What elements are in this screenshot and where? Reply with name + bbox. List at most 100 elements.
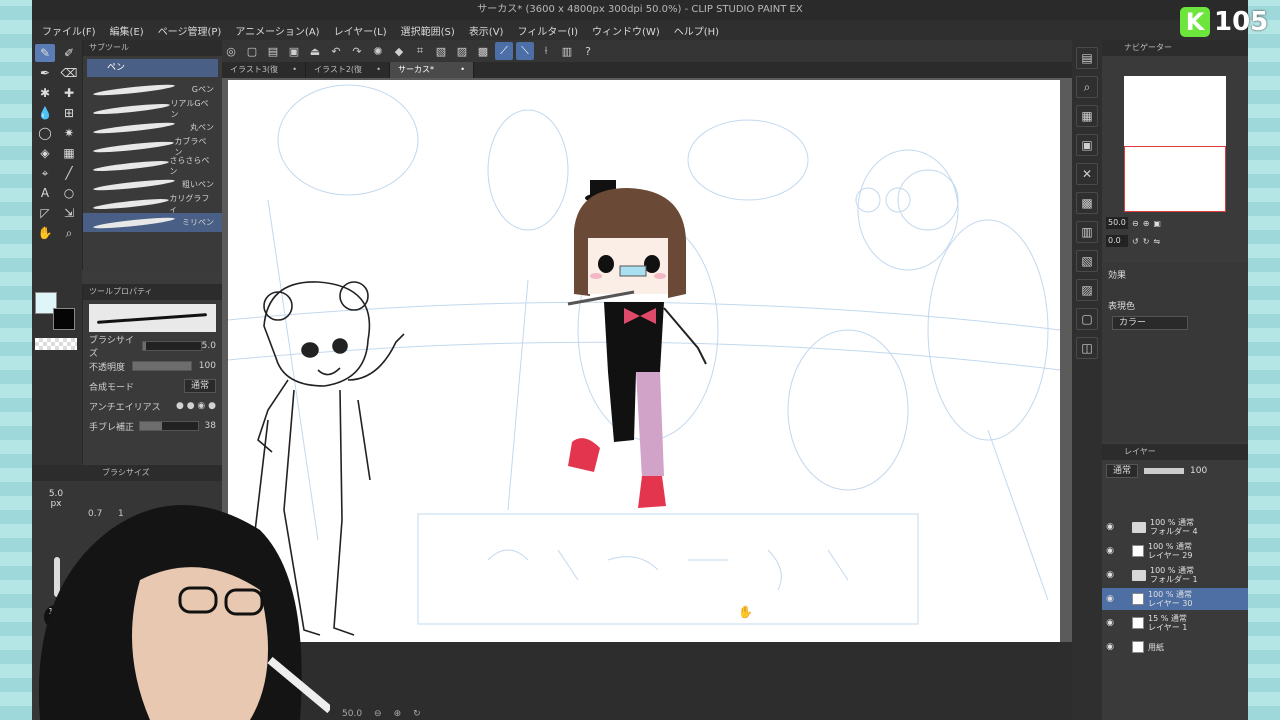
redo-icon[interactable]: ↷ (348, 42, 366, 60)
zoom-out-icon[interactable]: ⊖ (1132, 219, 1139, 228)
menu-window[interactable]: ウィンドウ(W) (592, 23, 660, 38)
layer-row[interactable]: ◉ 100 % 通常 フォルダー 1 (1102, 564, 1248, 586)
rotate-right-icon[interactable]: ↻ (1143, 237, 1150, 246)
layer-opacity-slider[interactable] (1144, 468, 1185, 474)
eye-icon[interactable]: ◉ (1102, 546, 1118, 556)
navigator-thumbnail[interactable] (1124, 76, 1226, 212)
background-color-swatch[interactable] (53, 308, 75, 330)
antialias-options-icon[interactable]: ● ● ◉ ● (176, 401, 216, 411)
open-file-icon[interactable]: ▤ (264, 42, 282, 60)
move-tool-icon[interactable]: ✚ (59, 84, 79, 102)
snap-grid-icon[interactable]: ⟊ (537, 42, 555, 60)
layer-row[interactable]: ◉ 100 % 通常 レイヤー 29 (1102, 540, 1248, 562)
layer-row-selected[interactable]: ◉ 100 % 通常 レイヤー 30 (1102, 588, 1248, 610)
menu-file[interactable]: ファイル(F) (42, 23, 96, 38)
decoration-tool-icon[interactable]: ✱ (35, 84, 55, 102)
deselect-icon[interactable]: ▧ (432, 42, 450, 60)
clear-icon[interactable]: ▩ (474, 42, 492, 60)
opacity-slider[interactable] (131, 361, 192, 371)
crop-icon[interactable]: ▨ (453, 42, 471, 60)
snap-ruler-icon[interactable]: ⟋ (495, 42, 513, 60)
settings-icon[interactable]: ▥ (558, 42, 576, 60)
menu-animation[interactable]: アニメーション(A) (235, 23, 319, 38)
balloon-tool-icon[interactable]: ○ (59, 184, 79, 202)
menu-layer[interactable]: レイヤー(L) (334, 23, 387, 38)
sub-view-icon[interactable]: ▤ (1076, 47, 1098, 69)
layer-props-icon[interactable]: ▥ (1076, 221, 1098, 243)
layer-opacity-value[interactable]: 100 (1190, 466, 1207, 476)
close-icon[interactable]: • (376, 62, 381, 78)
fill-tool-icon[interactable]: ◈ (35, 144, 55, 162)
brush-milli-pen[interactable]: ミリペン (83, 213, 222, 232)
nav-angle-value[interactable]: 0.0 (1106, 235, 1128, 247)
eye-icon[interactable]: ◉ (1102, 522, 1118, 532)
close-icon[interactable]: • (292, 62, 297, 78)
close-panel-icon[interactable]: ✕ (1076, 163, 1098, 185)
hand-tool-icon[interactable]: ✋ (35, 224, 55, 242)
brush-rough-pen[interactable]: 粗いペン (83, 175, 222, 194)
history-icon[interactable]: ▣ (1076, 134, 1098, 156)
transform-icon[interactable]: ⌗ (411, 42, 429, 60)
menu-view[interactable]: 表示(V) (469, 23, 504, 38)
eye-icon[interactable]: ◉ (1102, 642, 1118, 652)
item-bank-icon[interactable]: ▨ (1076, 279, 1098, 301)
layer-blend-dropdown[interactable]: 通常 (1106, 464, 1139, 478)
pencil-tool-icon[interactable]: ✐ (59, 44, 79, 62)
info-icon[interactable]: ◫ (1076, 337, 1098, 359)
menu-page[interactable]: ページ管理(P) (158, 23, 222, 38)
eye-icon[interactable]: ◉ (1102, 594, 1118, 604)
undo-icon[interactable]: ↶ (327, 42, 345, 60)
rotate-icon[interactable]: ↻ (413, 709, 421, 719)
auto-action-icon[interactable]: ▧ (1076, 250, 1098, 272)
brush-sarasara-pen[interactable]: さらさらペン (83, 156, 222, 176)
status-zoom[interactable]: 50.0 (342, 709, 362, 719)
eyedropper-tool-icon[interactable]: ⌕ (59, 224, 79, 242)
ruler-tool-icon[interactable]: ◸ (35, 204, 55, 222)
save-icon[interactable]: ▣ (285, 42, 303, 60)
tab-illust2[interactable]: イラスト2(復元)* • (306, 62, 390, 90)
magic-wand-icon[interactable]: ✷ (59, 124, 79, 142)
blend-mode-dropdown[interactable]: 通常 (183, 379, 216, 393)
help-icon[interactable]: ? (579, 42, 597, 60)
menu-filter[interactable]: フィルター(I) (517, 23, 578, 38)
new-file-icon[interactable]: ▢ (243, 42, 261, 60)
subtool-group-pen[interactable]: ペン (87, 59, 218, 77)
navigator-view-frame[interactable] (1124, 146, 1226, 212)
frame-tool-icon[interactable]: ⊞ (59, 104, 79, 122)
brush-size-slider[interactable] (142, 341, 202, 351)
animation-icon[interactable]: ▢ (1076, 308, 1098, 330)
brush-real-g-pen[interactable]: リアルGペン (83, 99, 222, 119)
stabilization-slider[interactable] (139, 421, 200, 431)
stabilization-value[interactable]: 38 (205, 421, 216, 431)
fill-icon[interactable]: ◆ (390, 42, 408, 60)
color-set-icon[interactable]: ▩ (1076, 192, 1098, 214)
blend-tool-icon[interactable]: 💧 (35, 104, 55, 122)
layer-row[interactable]: ◉ 15 % 通常 レイヤー 1 (1102, 612, 1248, 634)
clip-studio-icon[interactable]: ◎ (222, 42, 240, 60)
opacity-value[interactable]: 100 (199, 361, 216, 371)
zoom-out-icon[interactable]: ⊖ (374, 709, 382, 719)
expression-color-dropdown[interactable]: カラー (1112, 316, 1188, 330)
transparent-color-swatch[interactable] (35, 338, 77, 350)
tab-circus[interactable]: サーカス* • (390, 62, 474, 78)
gradient-tool-icon[interactable]: ▦ (59, 144, 79, 162)
text-tool-icon[interactable]: A (35, 184, 55, 202)
loading-icon[interactable]: ✺ (369, 42, 387, 60)
lasso-tool-icon[interactable]: ◯ (35, 124, 55, 142)
menu-edit[interactable]: 編集(E) (110, 23, 144, 38)
material-icon[interactable]: ▦ (1076, 105, 1098, 127)
snap-special-ruler-icon[interactable]: ⟍ (516, 42, 534, 60)
pen-tool-icon[interactable]: ✎ (35, 44, 55, 62)
rotate-left-icon[interactable]: ↺ (1132, 237, 1139, 246)
close-icon[interactable]: • (460, 62, 465, 78)
export-icon[interactable]: ⏏ (306, 42, 324, 60)
layer-row-paper[interactable]: ◉ 用紙 (1102, 636, 1248, 658)
menu-help[interactable]: ヘルプ(H) (674, 23, 719, 38)
brush-kabura-pen[interactable]: カブラペン (83, 137, 222, 157)
nav-zoom-value[interactable]: 50.0 (1106, 217, 1128, 229)
zoom-in-icon[interactable]: ⊕ (1143, 219, 1150, 228)
brush-tool-icon[interactable]: ✒ (35, 64, 55, 82)
layer-row[interactable]: ◉ 100 % 通常 フォルダー 4 (1102, 516, 1248, 538)
zoom-in-icon[interactable]: ⊕ (394, 709, 402, 719)
menu-selection[interactable]: 選択範囲(S) (401, 23, 455, 38)
